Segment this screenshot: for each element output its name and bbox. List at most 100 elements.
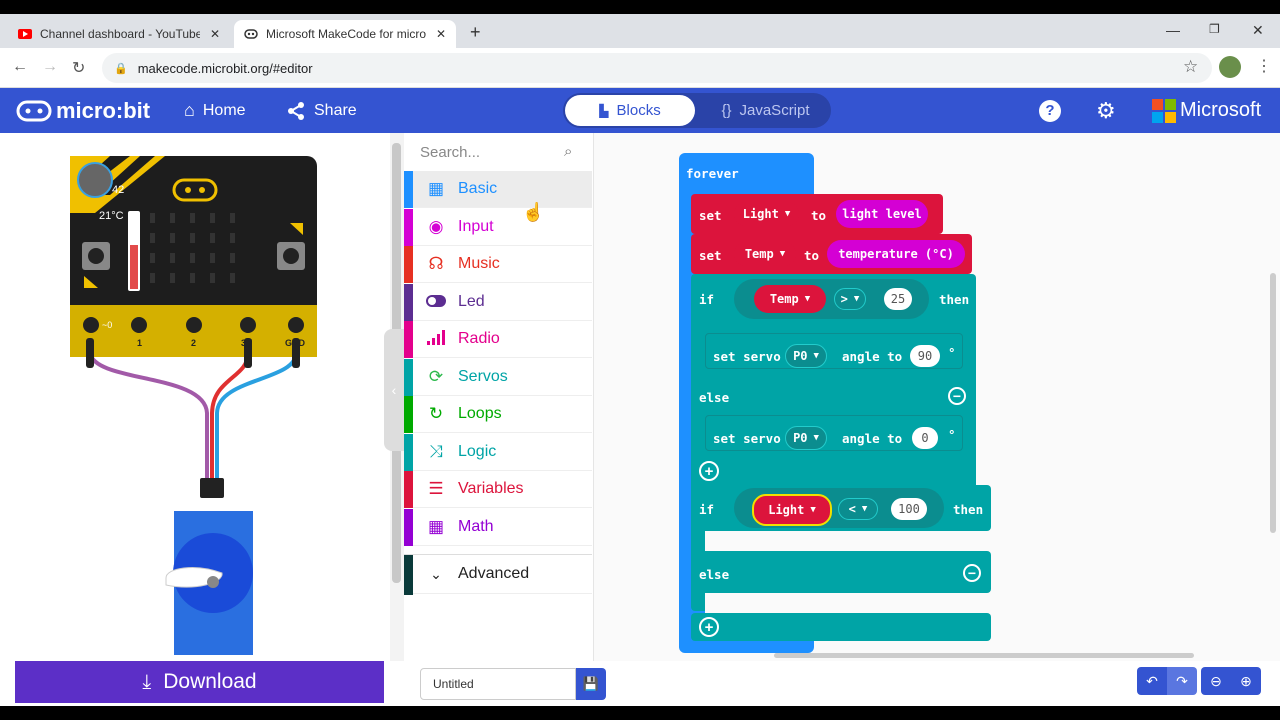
tab-makecode[interactable]: Microsoft MakeCode for micro:bi ✕ xyxy=(234,20,456,48)
category-logic[interactable]: ⤨ Logic xyxy=(404,434,592,471)
angle-input[interactable]: 0 xyxy=(912,427,938,449)
vertical-scrollbar[interactable] xyxy=(1270,273,1276,533)
variable-name: Temp xyxy=(769,292,799,306)
blocks-label: Blocks xyxy=(616,102,661,119)
dropdown-arrow-icon: ▼ xyxy=(813,433,819,443)
reload-icon[interactable]: ↻ xyxy=(72,58,85,78)
loop-icon: ↻ xyxy=(428,404,444,423)
category-radio[interactable]: Radio xyxy=(404,321,592,358)
set-label: set xyxy=(699,248,722,263)
back-icon[interactable]: ← xyxy=(12,58,28,76)
tab-youtube[interactable]: Channel dashboard - YouTube St ✕ xyxy=(8,20,230,48)
microbit-logo[interactable]: micro:bit xyxy=(16,88,150,133)
window-close-icon[interactable]: ✕ xyxy=(1252,22,1264,39)
variable-dropdown[interactable]: Light ▼ xyxy=(752,494,832,526)
javascript-label: JavaScript xyxy=(739,102,810,119)
settings-button[interactable]: ⚙ xyxy=(1096,88,1116,133)
close-icon[interactable]: ✕ xyxy=(210,27,220,41)
new-tab-icon[interactable]: + xyxy=(470,22,481,43)
url-field[interactable]: 🔒 makecode.microbit.org/#editor xyxy=(102,53,1212,83)
undo-icon: ↶ xyxy=(1146,672,1158,689)
variable-name: Light xyxy=(768,503,805,517)
close-icon[interactable]: ✕ xyxy=(436,27,446,41)
category-basic[interactable]: ▦ Basic xyxy=(404,171,592,208)
share-label: Share xyxy=(314,101,357,119)
light-threshold-input[interactable]: 100 xyxy=(891,498,927,520)
category-color-bar xyxy=(404,246,413,283)
operator-dropdown[interactable]: < ▼ xyxy=(838,498,878,520)
redo-button[interactable]: ↷ xyxy=(1167,667,1197,695)
light-sensor-dial[interactable] xyxy=(80,212,110,242)
light-level-block[interactable]: light level xyxy=(836,200,928,228)
home-button[interactable]: ⌂ Home xyxy=(184,88,246,133)
dropdown-arrow-icon: ▼ xyxy=(861,504,868,514)
forward-icon[interactable]: → xyxy=(42,58,58,76)
collapse-simulator-button[interactable]: ‹ xyxy=(384,329,404,451)
category-led[interactable]: Led xyxy=(404,284,592,321)
blocks-workspace[interactable]: forever set Light ▼ to light level set Te… xyxy=(594,133,1280,661)
horizontal-scrollbar[interactable] xyxy=(774,653,1194,658)
button-a[interactable] xyxy=(82,242,110,270)
dropdown-arrow-icon: ▼ xyxy=(784,209,791,219)
star-icon[interactable]: ☆ xyxy=(1183,57,1198,77)
temp-threshold-input[interactable]: 25 xyxy=(884,288,912,310)
zoom-in-button[interactable]: ⊕ xyxy=(1231,667,1261,695)
temperature-slider[interactable] xyxy=(126,211,142,291)
restore-icon[interactable]: ❐ xyxy=(1209,22,1220,36)
category-math[interactable]: ▦ Math xyxy=(404,509,592,546)
category-servos[interactable]: ⟳ Servos xyxy=(404,359,592,396)
operator-dropdown[interactable]: > ▼ xyxy=(834,288,866,310)
javascript-button[interactable]: {} JavaScript xyxy=(703,95,828,126)
to-label: to xyxy=(811,208,827,223)
temperature-block[interactable]: temperature (°C) xyxy=(827,240,965,268)
avatar[interactable] xyxy=(1219,56,1241,78)
angle-to-label: angle to xyxy=(842,431,903,446)
zoom-out-button[interactable]: ⊖ xyxy=(1201,667,1231,695)
brand-label: Microsoft xyxy=(1180,99,1262,121)
minimize-icon[interactable]: — xyxy=(1166,22,1180,38)
chevron-down-icon: ⌄ xyxy=(430,565,442,582)
empty-else-slot[interactable] xyxy=(705,593,991,613)
project-name-input[interactable]: Untitled xyxy=(420,668,576,700)
variable-dropdown[interactable]: Light ▼ xyxy=(734,202,799,226)
search-input[interactable]: Search... ⌕ xyxy=(404,133,594,171)
add-else-icon[interactable]: + xyxy=(699,461,719,481)
variable-dropdown[interactable]: Temp ▼ xyxy=(734,242,796,266)
microsoft-logo[interactable]: Microsoft xyxy=(1152,88,1261,133)
category-color-bar xyxy=(404,509,413,546)
category-advanced[interactable]: ⌄ Advanced xyxy=(404,554,592,595)
search-icon[interactable]: ⌕ xyxy=(564,143,572,160)
servo-pin-dropdown[interactable]: P0 ▼ xyxy=(785,344,827,368)
variable-dropdown[interactable]: Temp ▼ xyxy=(754,285,826,313)
empty-then-slot[interactable] xyxy=(705,531,991,551)
variable-name: Light xyxy=(742,207,779,221)
category-input[interactable]: ◉ Input xyxy=(404,209,592,246)
help-button[interactable]: ? xyxy=(1039,88,1061,133)
home-icon: ⌂ xyxy=(184,100,195,120)
category-label: Music xyxy=(458,255,500,272)
blocks-button[interactable]: ▙ Blocks xyxy=(565,95,695,126)
save-button[interactable]: 💾 xyxy=(576,668,606,700)
category-variables[interactable]: ☰ Variables xyxy=(404,471,592,508)
puzzle-icon: ▙ xyxy=(599,103,609,118)
makecode-header: micro:bit ⌂ Home Share ▙ Blocks {} JavaS… xyxy=(0,88,1280,133)
category-label: Led xyxy=(458,293,485,310)
add-else-icon[interactable]: + xyxy=(699,617,719,637)
share-icon xyxy=(288,101,304,120)
category-loops[interactable]: ↻ Loops xyxy=(404,396,592,433)
download-button[interactable]: ⤓ Download xyxy=(15,661,384,703)
remove-else-icon[interactable]: − xyxy=(963,564,981,582)
angle-input[interactable]: 90 xyxy=(910,345,940,367)
servo-pin-dropdown[interactable]: P0 ▼ xyxy=(785,426,827,450)
remove-else-icon[interactable]: − xyxy=(948,387,966,405)
category-color-bar xyxy=(404,471,413,508)
grid-icon: ▦ xyxy=(427,179,445,198)
more-icon[interactable]: ⋮ xyxy=(1256,56,1272,76)
category-music[interactable]: ☊ Music xyxy=(404,246,592,283)
undo-button[interactable]: ↶ xyxy=(1137,667,1167,695)
button-b[interactable] xyxy=(277,242,305,270)
category-color-bar xyxy=(404,555,413,595)
save-icon: 💾 xyxy=(582,676,600,691)
share-button[interactable]: Share xyxy=(286,88,357,133)
simulator-scrollbar[interactable]: ‹ xyxy=(384,133,404,661)
